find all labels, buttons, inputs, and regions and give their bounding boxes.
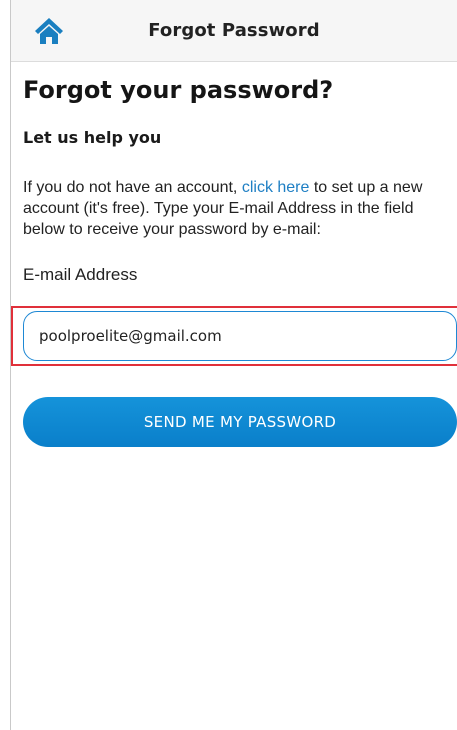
forgot-password-screen: Forgot Password Forgot your password? Le… [0, 0, 457, 730]
send-password-button[interactable]: SEND ME MY PASSWORD [23, 397, 457, 447]
description-before-link: If you do not have an account, [23, 179, 242, 196]
signup-link[interactable]: click here [242, 179, 310, 196]
email-label: E-mail Address [23, 265, 138, 284]
description-text: If you do not have an account, click her… [23, 177, 457, 240]
page-title: Forgot Password [148, 20, 320, 41]
email-field[interactable] [23, 311, 457, 361]
top-bar: Forgot Password [11, 0, 457, 62]
heading: Forgot your password? [23, 76, 334, 104]
subheading: Let us help you [23, 128, 162, 147]
